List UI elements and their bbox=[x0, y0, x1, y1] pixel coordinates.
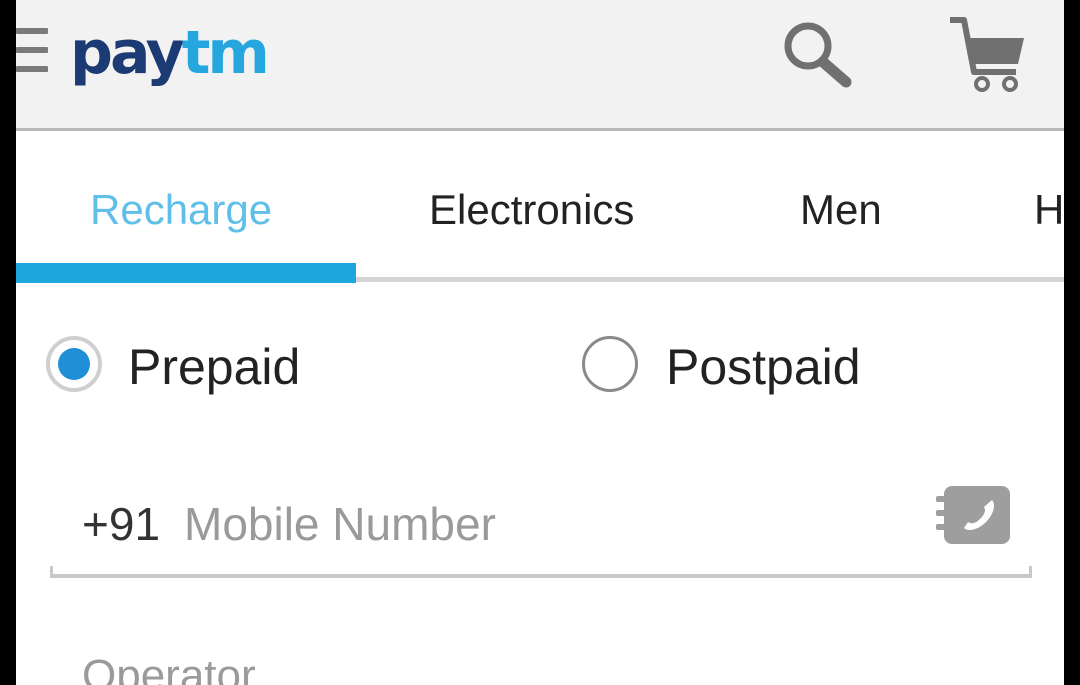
postpaid-radio[interactable] bbox=[582, 336, 638, 392]
mobile-number-input[interactable] bbox=[184, 492, 884, 556]
mobile-input-underline bbox=[50, 566, 1032, 578]
tab-electronics[interactable]: Electronics bbox=[429, 177, 634, 243]
paytm-logo[interactable]: paytm bbox=[70, 18, 270, 88]
menu-icon[interactable] bbox=[16, 28, 50, 78]
app-screen: paytm Recharge Electronics Men H Prepaid… bbox=[16, 0, 1064, 685]
search-icon[interactable] bbox=[778, 18, 854, 90]
active-tab-indicator bbox=[16, 263, 356, 283]
logo-text-tm: tm bbox=[181, 18, 270, 88]
category-tabs: Recharge Electronics Men H bbox=[16, 131, 1064, 283]
tab-men[interactable]: Men bbox=[800, 177, 882, 243]
cart-icon[interactable] bbox=[946, 14, 1026, 96]
top-bar: paytm bbox=[16, 0, 1064, 131]
logo-text-pay: pay bbox=[70, 18, 185, 88]
operator-field[interactable]: Operator bbox=[82, 646, 256, 685]
postpaid-label[interactable]: Postpaid bbox=[666, 334, 861, 400]
contact-book-icon[interactable] bbox=[934, 484, 1014, 548]
prepaid-label[interactable]: Prepaid bbox=[128, 334, 300, 400]
country-code: +91 bbox=[82, 498, 161, 550]
tab-partial[interactable]: H bbox=[1034, 177, 1064, 243]
tab-recharge[interactable]: Recharge bbox=[90, 177, 272, 243]
prepaid-radio[interactable] bbox=[46, 336, 102, 392]
